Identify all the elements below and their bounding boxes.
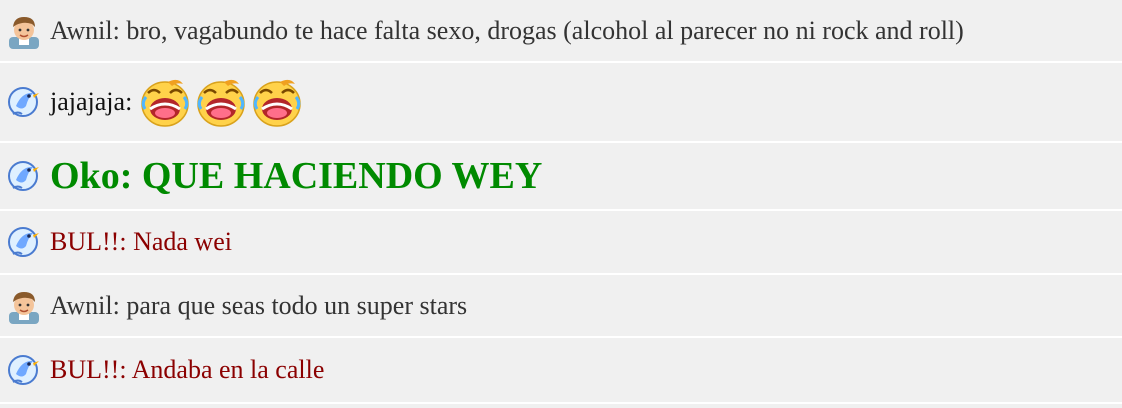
message-sender: jajajaja: [50, 87, 132, 116]
message-text: Awnilpara que seas todo un super stars: [50, 291, 467, 321]
message-sender: Awnil: [50, 16, 126, 45]
chat-log: Awnilbro, vagabundo te hace falta sexo, …: [0, 0, 1122, 408]
boy-avatar-icon: [6, 288, 42, 324]
message-text: BUL!!Andaba en la calle: [50, 355, 324, 385]
boy-avatar-icon: [6, 13, 42, 49]
laughing-crying-emoji-icon: [138, 75, 192, 129]
message-text: jajajaja: [50, 87, 132, 117]
chat-message: BUL!!Nada wei: [0, 211, 1122, 275]
bird-avatar-icon: [6, 158, 42, 194]
message-sender: BUL!!: [50, 227, 133, 256]
chat-message: BUL!!Andaba en la calle: [0, 338, 1122, 404]
bird-avatar-icon: [6, 352, 42, 388]
chat-message: Awnilpara que seas todo un super stars: [0, 275, 1122, 338]
bird-avatar-icon: [6, 84, 42, 120]
message-sender: BUL!!: [50, 355, 132, 384]
message-sender: Oko: [50, 155, 142, 197]
message-body: Nada wei: [133, 227, 232, 256]
laughing-crying-emoji-icon: [194, 75, 248, 129]
message-body: para que seas todo un super stars: [126, 290, 468, 320]
message-body: Andaba en la calle: [131, 355, 325, 384]
message-text: OkoQUE HACIENDO WEY: [50, 154, 542, 198]
message-sender: Awnil: [50, 291, 126, 320]
message-body: QUE HACIENDO WEY: [141, 155, 543, 197]
message-text: Awnilbro, vagabundo te hace falta sexo, …: [50, 16, 964, 46]
message-body: bro, vagabundo te hace falta sexo, droga…: [126, 15, 964, 45]
chat-message: Awnilbro, vagabundo te hace falta sexo, …: [0, 0, 1122, 63]
message-text: BUL!!Nada wei: [50, 227, 232, 257]
laughing-crying-emoji-icon: [250, 75, 304, 129]
chat-message-partial: [0, 404, 1122, 408]
bird-avatar-icon: [6, 224, 42, 260]
chat-message: OkoQUE HACIENDO WEY: [0, 143, 1122, 211]
chat-message: jajajaja: [0, 63, 1122, 143]
emote-group: [138, 75, 306, 129]
